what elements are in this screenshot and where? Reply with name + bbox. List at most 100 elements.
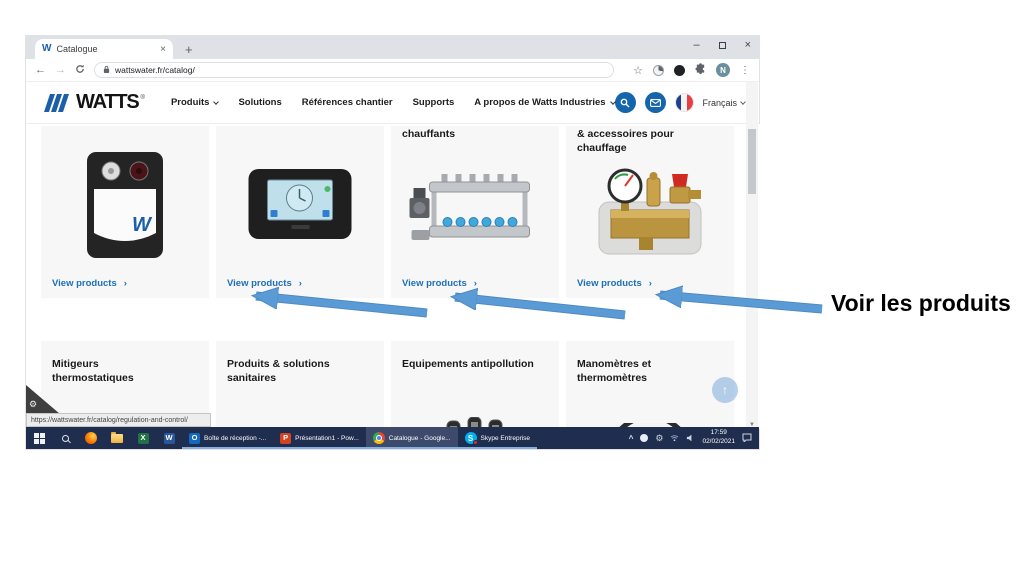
view-products-link[interactable]: View products › xyxy=(577,278,652,289)
url-text: wattswater.fr/catalog/ xyxy=(115,65,195,75)
taskbar-firefox-button[interactable] xyxy=(78,427,104,449)
tab-title: Catalogue xyxy=(56,44,98,54)
extension-dark-icon[interactable] xyxy=(674,64,685,76)
card-title xyxy=(41,126,209,128)
browser-tab[interactable]: W Catalogue × xyxy=(35,39,173,59)
taskbar-app-label: Boîte de réception -... xyxy=(204,434,267,442)
taskbar-app-label: Présentation1 - Pow... xyxy=(295,434,359,442)
product-card-antipollution[interactable]: Equipements antipollution xyxy=(391,341,559,429)
profile-avatar[interactable]: N xyxy=(716,63,730,77)
product-card-thermostat[interactable]: View products › xyxy=(216,126,384,298)
powerpoint-icon: P xyxy=(280,432,292,444)
back-to-top-button[interactable]: ↑ xyxy=(712,377,738,403)
product-card-manometres[interactable]: Manomètres et thermomètres xyxy=(566,341,734,429)
page-scrollbar[interactable]: ▼ xyxy=(746,82,758,429)
card-title: & accessoires pour chauffage xyxy=(577,128,674,154)
browser-window: W Catalogue × + – × ← → wattswater.fr/ca… xyxy=(25,35,761,450)
speaker-icon[interactable] xyxy=(686,429,695,447)
skype-icon: S xyxy=(464,432,478,445)
registered-mark: ® xyxy=(140,95,145,101)
menu-item-solutions[interactable]: Solutions xyxy=(238,97,281,108)
clock-time: 17:59 xyxy=(710,429,727,437)
chevron-right-icon: › xyxy=(298,278,302,289)
product-card-accessoires-chauffage[interactable]: & accessoires pour chauffage View produc… xyxy=(566,126,734,298)
close-button[interactable]: × xyxy=(745,39,751,51)
action-center-icon[interactable] xyxy=(742,429,752,447)
site-nav-icons: Français xyxy=(614,92,746,113)
product-card-planchers-chauffants[interactable]: chauffants View products › xyxy=(391,126,559,298)
system-tray: ^ ⚙ 17:59 02/02/2021 xyxy=(622,427,759,449)
skype-status-dot xyxy=(472,440,478,445)
word-icon: W xyxy=(163,432,175,444)
catalog-grid: W View products › View products › chauff… xyxy=(26,124,761,429)
product-image-manifold xyxy=(409,174,530,240)
mail-icon xyxy=(649,98,661,107)
taskbar-search-button[interactable] xyxy=(52,427,78,449)
search-button[interactable] xyxy=(614,92,636,113)
new-tab-button[interactable]: + xyxy=(185,43,193,56)
language-selector[interactable]: Français xyxy=(703,98,746,108)
watts-logo[interactable]: WATTS ® xyxy=(44,91,145,114)
french-flag-icon[interactable] xyxy=(674,93,694,112)
browser-toolbar: ← → wattswater.fr/catalog/ ☆ N ⋮ xyxy=(26,59,759,82)
menu-item-produits[interactable]: Produits xyxy=(171,97,220,108)
forward-button[interactable]: → xyxy=(55,64,66,76)
annotation-text: Voir les produits xyxy=(831,290,1011,316)
back-button[interactable]: ← xyxy=(35,64,46,76)
status-bar-link: https://wattswater.fr/catalog/regulation… xyxy=(26,413,211,427)
view-products-link[interactable]: View products › xyxy=(402,278,477,289)
site-menu: Produits Solutions Références chantier S… xyxy=(171,97,616,108)
onedrive-icon[interactable] xyxy=(640,434,649,442)
search-icon xyxy=(61,434,69,442)
taskbar-powerpoint-button[interactable]: P Présentation1 - Pow... xyxy=(273,427,366,449)
product-card-sanitaires[interactable]: Produits & solutions sanitaires xyxy=(216,341,384,429)
contact-mail-button[interactable] xyxy=(644,92,666,113)
gear-icon: ⚙ xyxy=(29,399,38,409)
taskbar-explorer-button[interactable] xyxy=(104,427,130,449)
extensions-puzzle-icon[interactable] xyxy=(695,61,706,79)
maximize-button[interactable] xyxy=(718,41,726,49)
taskbar-excel-button[interactable]: X xyxy=(130,427,156,449)
taskbar-clock[interactable]: 17:59 02/02/2021 xyxy=(702,429,735,447)
browser-tab-bar: W Catalogue × + – × xyxy=(26,36,759,59)
address-bar[interactable]: wattswater.fr/catalog/ xyxy=(94,62,614,78)
scrollbar-thumb[interactable] xyxy=(748,129,756,194)
menu-item-supports[interactable]: Supports xyxy=(413,97,455,108)
card-title: chauffants xyxy=(402,128,456,140)
taskbar-app-label: Skype Entreprise xyxy=(480,434,531,442)
toolbar-icons: ☆ N ⋮ xyxy=(633,61,750,79)
wifi-icon[interactable] xyxy=(670,429,679,447)
slide-canvas: W Catalogue × + – × ← → wattswater.fr/ca… xyxy=(0,0,1024,574)
taskbar-chrome-button[interactable]: Catalogue - Google... xyxy=(365,427,458,449)
bookmark-star-icon[interactable]: ☆ xyxy=(633,64,643,77)
start-button[interactable] xyxy=(26,427,52,449)
menu-item-references[interactable]: Références chantier xyxy=(302,97,393,108)
tray-expand-icon[interactable]: ^ xyxy=(629,434,634,443)
svg-text:W: W xyxy=(132,214,153,236)
view-products-link[interactable]: View products › xyxy=(52,278,127,289)
lock-icon xyxy=(103,61,110,79)
clock-date: 02/02/2021 xyxy=(702,438,735,445)
view-products-link[interactable]: View products › xyxy=(227,278,302,289)
chevron-right-icon: › xyxy=(648,278,652,289)
watts-logo-mark xyxy=(44,93,69,112)
taskbar-skype-button[interactable]: S Skype Entreprise xyxy=(458,427,538,449)
card-title xyxy=(216,126,384,128)
menu-item-apropos[interactable]: A propos de Watts Industries xyxy=(474,97,616,108)
taskbar-outlook-button[interactable]: O Boîte de réception -... xyxy=(182,427,273,449)
windows-logo-icon xyxy=(33,432,45,444)
extension-globe-icon[interactable] xyxy=(653,64,664,76)
taskbar-app-label: Catalogue - Google... xyxy=(388,434,451,442)
product-image-pump-group xyxy=(598,168,702,255)
product-card-regulation[interactable]: W View products › xyxy=(41,126,209,298)
reload-button[interactable] xyxy=(75,61,85,79)
settings-gear-icon[interactable]: ⚙ xyxy=(655,433,663,443)
up-arrow-icon: ↑ xyxy=(722,383,728,397)
site-navbar: WATTS ® Produits Solutions Références ch… xyxy=(26,82,759,124)
chrome-icon xyxy=(372,432,385,444)
browser-menu-icon[interactable]: ⋮ xyxy=(740,65,750,76)
minimize-button[interactable]: – xyxy=(693,39,699,51)
tab-close-icon[interactable]: × xyxy=(160,44,166,55)
excel-icon: X xyxy=(137,432,149,444)
taskbar-word-button[interactable]: W xyxy=(156,427,182,449)
